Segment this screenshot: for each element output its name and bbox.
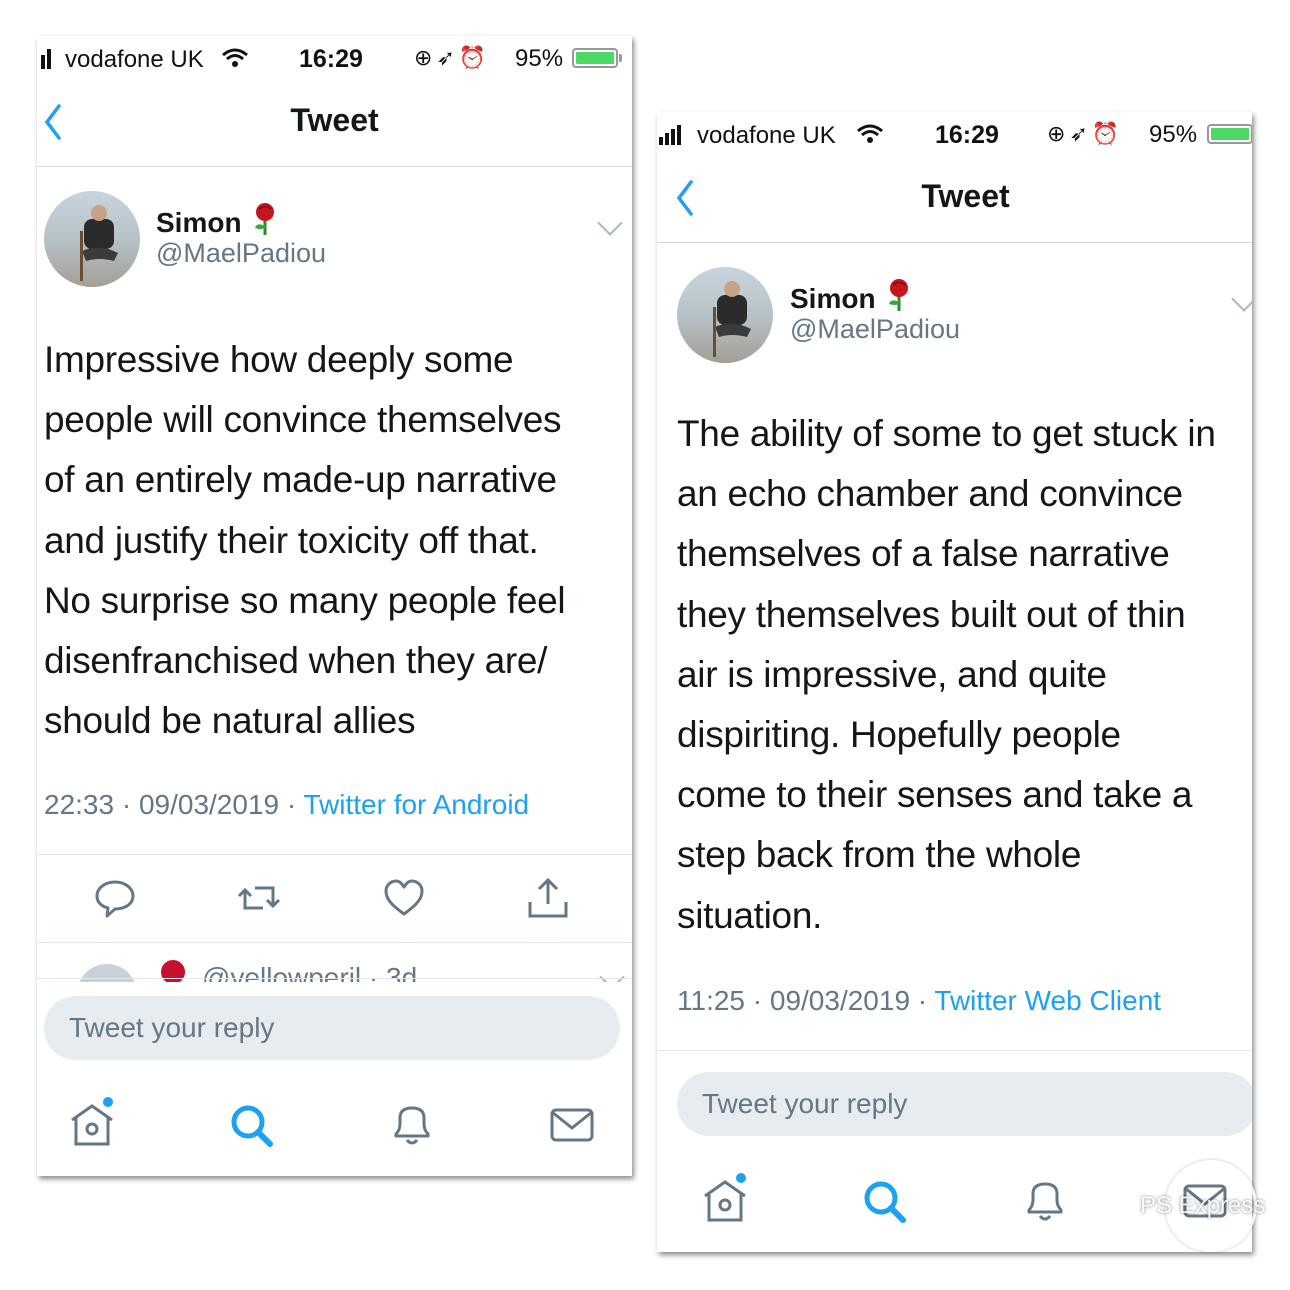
tweet-text: The ability of some to get stuck in an e… [677, 404, 1216, 946]
tweet-line: dispiriting. Hopefully people [677, 714, 1121, 756]
watermark: PS Express [1140, 1160, 1270, 1256]
reply-preview[interactable]: @yellowperil · 3d [37, 942, 632, 982]
left-phone-screenshot: vodafone UK 16:29 ⊕➶⏰ 95% Tweet Simon @M… [37, 36, 632, 1176]
divider [37, 978, 632, 979]
battery-level-fill [1211, 128, 1249, 140]
tweet-line: air is impressive, and quite [677, 653, 1107, 695]
avatar-photo [713, 281, 751, 357]
tweet-metadata: 11:25 · 09/03/2019 · Twitter Web Client [677, 985, 1161, 1017]
battery-icon [572, 48, 618, 68]
tweet-line: come to their senses and take a [677, 774, 1193, 816]
author-name-row: Simon [156, 202, 278, 239]
author-name-row: Simon [790, 278, 912, 315]
tweet-line: No surprise so many people feel [44, 579, 566, 621]
reply-avatar [77, 964, 137, 982]
nav-bar: Tweet [37, 84, 632, 167]
status-bar: vodafone UK 16:29 ⊕➶⏰ 95% [37, 36, 632, 84]
tweet-line: and justify their toxicity off that. [44, 519, 539, 561]
tweet-text: Impressive how deeply some people will c… [44, 330, 566, 751]
reply-handle: @yellowperil · 3d [202, 962, 418, 982]
battery-icon [1207, 124, 1252, 144]
nav-bar: Tweet [657, 160, 1252, 243]
carrier-label: vodafone UK [65, 46, 204, 73]
avatar[interactable] [44, 191, 140, 287]
tweet-source-link[interactable]: Twitter for Android [303, 789, 529, 820]
chevron-down-icon[interactable] [597, 210, 623, 236]
tweet-source-link[interactable]: Twitter Web Client [934, 985, 1161, 1016]
status-bar: vodafone UK 16:29 ⊕➶⏰ 95% [657, 112, 1252, 160]
like-icon[interactable] [382, 876, 426, 920]
page-title: Tweet [290, 102, 379, 138]
author-handle[interactable]: @MaelPadiou [156, 238, 326, 269]
tweet-metadata: 22:33 · 09/03/2019 · Twitter for Android [44, 789, 529, 821]
alarm-icon: ⏰ [1091, 121, 1124, 146]
alarm-icon: ⏰ [458, 45, 491, 70]
tweet-line: disenfranchised when they are/ [44, 640, 548, 682]
tab-bar [37, 1096, 632, 1176]
right-phone-screenshot: vodafone UK 16:29 ⊕➶⏰ 95% Tweet Simon @M… [657, 112, 1252, 1252]
tweet-line: themselves of a false narrative [677, 533, 1170, 575]
reply-placeholder: Tweet your reply [69, 1012, 275, 1043]
avatar[interactable] [677, 267, 773, 363]
status-icons: ⊕➶⏰ [1047, 121, 1123, 147]
clock: 16:29 [935, 121, 999, 149]
tweet-line: they themselves built out of thin [677, 593, 1186, 635]
reply-input[interactable]: Tweet your reply [44, 996, 620, 1060]
signal-icon [659, 125, 683, 145]
reply-icon[interactable] [93, 876, 137, 920]
reply-input[interactable]: Tweet your reply [677, 1072, 1252, 1136]
tweet-line: an echo chamber and convince [677, 473, 1183, 515]
location-icon: ➶ [1069, 121, 1092, 146]
search-icon[interactable] [857, 1172, 913, 1228]
rose-emoji-icon [888, 279, 908, 311]
notifications-icon[interactable] [1017, 1172, 1073, 1228]
reply-placeholder: Tweet your reply [702, 1088, 908, 1119]
status-icons: ⊕➶⏰ [414, 45, 490, 71]
tweet-actions [37, 854, 632, 942]
tweet-line: should be natural allies [44, 700, 416, 742]
tweet-line: The ability of some to get stuck in [677, 413, 1216, 454]
watermark-text: PS Express [1140, 1192, 1266, 1219]
messages-icon[interactable] [544, 1096, 600, 1152]
tweet-line: situation. [677, 894, 823, 936]
battery-tip [619, 54, 622, 62]
home-icon[interactable] [64, 1096, 120, 1152]
search-icon[interactable] [224, 1096, 280, 1152]
chevron-down-icon[interactable] [1231, 286, 1252, 312]
battery-level-fill [576, 52, 614, 64]
battery-percentage: 95% [515, 45, 564, 72]
share-icon[interactable] [526, 876, 570, 920]
page-title: Tweet [921, 178, 1010, 214]
rose-emoji-icon [254, 203, 274, 235]
tweet-line: Impressive how deeply some [44, 339, 514, 380]
author-name: Simon [790, 283, 876, 314]
rotation-lock-icon: ⊕ [1047, 121, 1070, 146]
notifications-icon[interactable] [384, 1096, 440, 1152]
author-handle[interactable]: @MaelPadiou [790, 314, 960, 345]
tweet-line: step back from the whole [677, 834, 1082, 876]
chevron-down-icon[interactable] [599, 964, 625, 982]
battery-percentage: 95% [1149, 121, 1198, 148]
clock: 16:29 [299, 45, 363, 73]
divider [657, 1050, 1252, 1051]
tweet-timestamp: 11:25 · 09/03/2019 · [677, 985, 935, 1016]
wifi-icon [222, 48, 248, 67]
author-name: Simon [156, 207, 242, 238]
tweet-line: people will convince themselves [44, 399, 562, 441]
carrier-label: vodafone UK [697, 122, 836, 149]
home-icon[interactable] [697, 1172, 753, 1228]
wifi-icon [857, 124, 883, 143]
rotation-lock-icon: ⊕ [414, 45, 437, 70]
tweet-timestamp: 22:33 · 09/03/2019 · [44, 789, 304, 820]
tweet-line: of an entirely made-up narrative [44, 459, 557, 501]
retweet-icon[interactable] [237, 876, 281, 920]
signal-icon [41, 49, 65, 69]
location-icon: ➶ [436, 45, 459, 70]
avatar-photo [80, 205, 118, 281]
